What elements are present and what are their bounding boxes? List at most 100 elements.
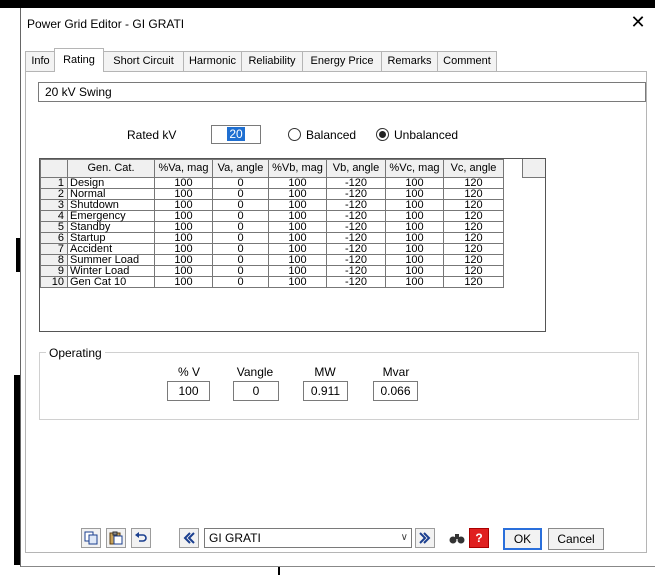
undo-icon[interactable] bbox=[131, 528, 151, 548]
cell-vb-ang[interactable]: -120 bbox=[326, 232, 386, 244]
cell-vc-ang[interactable]: 120 bbox=[443, 177, 504, 189]
tab-reliability[interactable]: Reliability bbox=[241, 51, 303, 71]
row-number[interactable]: 2 bbox=[40, 188, 68, 200]
cell-vb-ang[interactable]: -120 bbox=[326, 254, 386, 266]
cell-vb-mag[interactable]: 100 bbox=[268, 221, 327, 233]
previous-icon[interactable] bbox=[179, 528, 199, 548]
row-number[interactable]: 10 bbox=[40, 276, 68, 288]
cell-va-ang[interactable]: 0 bbox=[212, 188, 269, 200]
cell-va-mag[interactable]: 100 bbox=[154, 188, 213, 200]
cell-vb-ang[interactable]: -120 bbox=[326, 276, 386, 288]
element-name-field[interactable]: 20 kV Swing bbox=[38, 82, 646, 102]
cell-vb-ang[interactable]: -120 bbox=[326, 210, 386, 222]
cell-vc-ang[interactable]: 120 bbox=[443, 276, 504, 288]
tab-info[interactable]: Info bbox=[25, 51, 56, 71]
cell-va-ang[interactable]: 0 bbox=[212, 243, 269, 255]
tab-harmonic[interactable]: Harmonic bbox=[183, 51, 242, 71]
cell-vb-mag[interactable]: 100 bbox=[268, 232, 327, 244]
table-row[interactable]: 9 Winter Load 100 0 100 -120 100 120 bbox=[40, 265, 504, 277]
table-row[interactable]: 2 Normal 100 0 100 -120 100 120 bbox=[40, 188, 504, 200]
cell-vb-ang[interactable]: -120 bbox=[326, 188, 386, 200]
help-icon[interactable]: ? bbox=[469, 528, 489, 548]
tab-comment[interactable]: Comment bbox=[437, 51, 497, 71]
cell-va-mag[interactable]: 100 bbox=[154, 210, 213, 222]
cell-vb-ang[interactable]: -120 bbox=[326, 221, 386, 233]
tab-rating[interactable]: Rating bbox=[54, 48, 104, 72]
table-row[interactable]: 1 Design 100 0 100 -120 100 120 bbox=[40, 177, 504, 189]
cell-vb-ang[interactable]: -120 bbox=[326, 265, 386, 277]
cancel-button[interactable]: Cancel bbox=[548, 528, 604, 550]
cell-va-mag[interactable]: 100 bbox=[154, 254, 213, 266]
cell-vc-ang[interactable]: 120 bbox=[443, 265, 504, 277]
unbalanced-radio[interactable]: Unbalanced bbox=[376, 127, 458, 143]
cell-va-mag[interactable]: 100 bbox=[154, 232, 213, 244]
cell-va-ang[interactable]: 0 bbox=[212, 276, 269, 288]
cell-vc-ang[interactable]: 120 bbox=[443, 254, 504, 266]
cell-vc-mag[interactable]: 100 bbox=[385, 254, 444, 266]
op-v-field[interactable]: 100 bbox=[167, 381, 210, 401]
cell-vc-ang[interactable]: 120 bbox=[443, 199, 504, 211]
cell-va-ang[interactable]: 0 bbox=[212, 199, 269, 211]
cell-va-mag[interactable]: 100 bbox=[154, 199, 213, 211]
cell-va-ang[interactable]: 0 bbox=[212, 265, 269, 277]
cell-vc-ang[interactable]: 120 bbox=[443, 210, 504, 222]
cell-vc-ang[interactable]: 120 bbox=[443, 243, 504, 255]
cell-va-mag[interactable]: 100 bbox=[154, 276, 213, 288]
cell-va-ang[interactable]: 0 bbox=[212, 254, 269, 266]
gen-category-cell[interactable]: Emergency bbox=[67, 210, 155, 222]
row-number[interactable]: 6 bbox=[40, 232, 68, 244]
cell-va-mag[interactable]: 100 bbox=[154, 265, 213, 277]
table-row[interactable]: 7 Accident 100 0 100 -120 100 120 bbox=[40, 243, 504, 255]
table-row[interactable]: 5 Standby 100 0 100 -120 100 120 bbox=[40, 221, 504, 233]
tab-energy-price[interactable]: Energy Price bbox=[302, 51, 382, 71]
gen-category-cell[interactable]: Shutdown bbox=[67, 199, 155, 211]
table-row[interactable]: 10 Gen Cat 10 100 0 100 -120 100 120 bbox=[40, 276, 504, 288]
cell-vc-mag[interactable]: 100 bbox=[385, 199, 444, 211]
cell-vc-mag[interactable]: 100 bbox=[385, 243, 444, 255]
op-mvar-field[interactable]: 0.066 bbox=[373, 381, 418, 401]
ok-button[interactable]: OK bbox=[503, 528, 542, 550]
table-row[interactable]: 6 Startup 100 0 100 -120 100 120 bbox=[40, 232, 504, 244]
cell-vb-mag[interactable]: 100 bbox=[268, 243, 327, 255]
gen-category-cell[interactable]: Normal bbox=[67, 188, 155, 200]
cell-vb-mag[interactable]: 100 bbox=[268, 276, 327, 288]
table-row[interactable]: 3 Shutdown 100 0 100 -120 100 120 bbox=[40, 199, 504, 211]
cell-vb-mag[interactable]: 100 bbox=[268, 210, 327, 222]
cell-vc-mag[interactable]: 100 bbox=[385, 276, 444, 288]
cell-va-mag[interactable]: 100 bbox=[154, 221, 213, 233]
cell-vc-ang[interactable]: 120 bbox=[443, 221, 504, 233]
cell-vc-ang[interactable]: 120 bbox=[443, 188, 504, 200]
cell-vc-mag[interactable]: 100 bbox=[385, 221, 444, 233]
next-icon[interactable] bbox=[415, 528, 435, 548]
table-row[interactable]: 4 Emergency 100 0 100 -120 100 120 bbox=[40, 210, 504, 222]
cell-vc-ang[interactable]: 120 bbox=[443, 232, 504, 244]
cell-vb-mag[interactable]: 100 bbox=[268, 265, 327, 277]
gen-category-cell[interactable]: Standby bbox=[67, 221, 155, 233]
table-row[interactable]: 8 Summer Load 100 0 100 -120 100 120 bbox=[40, 254, 504, 266]
cell-vc-mag[interactable]: 100 bbox=[385, 188, 444, 200]
cell-va-ang[interactable]: 0 bbox=[212, 221, 269, 233]
element-selector-dropdown[interactable]: GI GRATI ∨ bbox=[204, 528, 412, 548]
tab-remarks[interactable]: Remarks bbox=[381, 51, 438, 71]
gen-category-cell[interactable]: Startup bbox=[67, 232, 155, 244]
cell-vb-ang[interactable]: -120 bbox=[326, 243, 386, 255]
row-number[interactable]: 9 bbox=[40, 265, 68, 277]
copy-icon[interactable] bbox=[81, 528, 101, 548]
cell-vc-mag[interactable]: 100 bbox=[385, 210, 444, 222]
cell-va-ang[interactable]: 0 bbox=[212, 210, 269, 222]
op-mw-field[interactable]: 0.911 bbox=[303, 381, 348, 401]
cell-vc-mag[interactable]: 100 bbox=[385, 265, 444, 277]
balanced-radio[interactable]: Balanced bbox=[288, 127, 356, 143]
cell-vb-mag[interactable]: 100 bbox=[268, 177, 327, 189]
gen-category-cell[interactable]: Design bbox=[67, 177, 155, 189]
cell-vb-ang[interactable]: -120 bbox=[326, 199, 386, 211]
cell-vc-mag[interactable]: 100 bbox=[385, 177, 444, 189]
cell-vb-mag[interactable]: 100 bbox=[268, 188, 327, 200]
row-number[interactable]: 8 bbox=[40, 254, 68, 266]
tab-short-circuit[interactable]: Short Circuit bbox=[103, 51, 184, 71]
gen-category-cell[interactable]: Gen Cat 10 bbox=[67, 276, 155, 288]
cell-va-mag[interactable]: 100 bbox=[154, 177, 213, 189]
row-number[interactable]: 7 bbox=[40, 243, 68, 255]
paste-icon[interactable] bbox=[106, 528, 126, 548]
close-icon[interactable]: ✕ bbox=[628, 12, 648, 33]
